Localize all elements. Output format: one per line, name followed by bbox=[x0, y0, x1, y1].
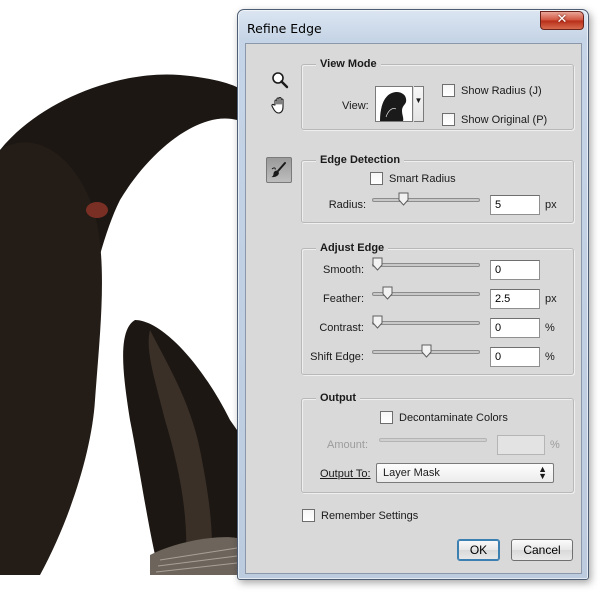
contrast-slider[interactable] bbox=[372, 315, 480, 331]
refine-radius-brush-icon[interactable] bbox=[266, 157, 292, 183]
slider-thumb[interactable] bbox=[382, 286, 393, 300]
amount-label: Amount: bbox=[327, 439, 368, 451]
slider-track bbox=[372, 198, 480, 202]
slider-thumb[interactable] bbox=[372, 315, 383, 329]
radius-label: Radius: bbox=[328, 199, 366, 211]
ok-button[interactable]: OK bbox=[457, 539, 500, 561]
output-to-label: Output To: bbox=[320, 468, 371, 480]
decontaminate-colors-checkbox[interactable] bbox=[380, 411, 393, 424]
output-to-select[interactable]: Layer Mask ▲ ▼ bbox=[376, 463, 554, 483]
radius-slider[interactable] bbox=[372, 192, 480, 208]
view-mode-title: View Mode bbox=[316, 58, 381, 70]
contrast-label: Contrast: bbox=[319, 322, 364, 334]
show-original-label: Show Original (P) bbox=[461, 114, 548, 126]
cancel-button[interactable]: Cancel bbox=[511, 539, 573, 561]
smooth-input[interactable]: 0 bbox=[490, 260, 540, 280]
remember-settings-checkbox[interactable] bbox=[302, 509, 315, 522]
close-button[interactable]: ✕ bbox=[540, 11, 584, 30]
feather-input[interactable]: 2.5 bbox=[490, 289, 540, 309]
slider-track bbox=[372, 263, 480, 267]
refine-edge-dialog: Refine Edge ✕ View Mode View: ▼ Show Rad… bbox=[237, 9, 589, 580]
remember-settings-label: Remember Settings bbox=[321, 510, 419, 522]
shift-edge-slider[interactable] bbox=[372, 344, 480, 360]
slider-track bbox=[379, 438, 487, 442]
edge-detection-title: Edge Detection bbox=[316, 154, 405, 166]
zoom-tool-icon[interactable] bbox=[267, 67, 293, 93]
smart-radius-checkbox[interactable] bbox=[370, 172, 383, 185]
smart-radius-label: Smart Radius bbox=[389, 173, 456, 185]
show-original-checkbox[interactable] bbox=[442, 113, 455, 126]
dialog-body: View Mode View: ▼ Show Radius (J) Show O… bbox=[245, 43, 582, 574]
contrast-input[interactable]: 0 bbox=[490, 318, 540, 338]
slider-thumb[interactable] bbox=[398, 192, 409, 206]
shift-edge-label: Shift Edge: bbox=[310, 351, 364, 363]
slider-thumb[interactable] bbox=[372, 257, 383, 271]
radius-unit: px bbox=[545, 199, 557, 211]
dialog-title: Refine Edge bbox=[247, 21, 322, 36]
contrast-unit: % bbox=[545, 322, 555, 334]
view-label: View: bbox=[342, 100, 369, 112]
adjust-edge-title: Adjust Edge bbox=[316, 242, 389, 254]
amount-input bbox=[497, 435, 545, 455]
smooth-label: Smooth: bbox=[323, 264, 364, 276]
amount-unit: % bbox=[550, 439, 560, 451]
output-title: Output bbox=[316, 392, 361, 404]
hand-tool-icon[interactable] bbox=[267, 92, 293, 118]
chevron-down-icon: ▼ bbox=[414, 96, 423, 105]
slider-thumb[interactable] bbox=[421, 344, 432, 358]
feather-slider[interactable] bbox=[372, 286, 480, 302]
feather-unit: px bbox=[545, 293, 557, 305]
show-radius-checkbox[interactable] bbox=[442, 84, 455, 97]
show-radius-label: Show Radius (J) bbox=[461, 85, 542, 97]
title-bar[interactable]: Refine Edge ✕ bbox=[238, 10, 588, 43]
shift-edge-input[interactable]: 0 bbox=[490, 347, 540, 367]
updown-arrows-icon: ▲ ▼ bbox=[538, 464, 547, 481]
smooth-slider[interactable] bbox=[372, 257, 480, 273]
output-to-value: Layer Mask bbox=[383, 467, 440, 479]
decontaminate-colors-label: Decontaminate Colors bbox=[399, 412, 508, 424]
silhouette-icon bbox=[376, 87, 412, 121]
slider-track bbox=[372, 321, 480, 325]
view-dropdown-button[interactable]: ▼ bbox=[414, 86, 424, 122]
view-thumbnail[interactable] bbox=[375, 86, 413, 122]
radius-input[interactable]: 5 bbox=[490, 195, 540, 215]
shift-edge-unit: % bbox=[545, 351, 555, 363]
feather-label: Feather: bbox=[323, 293, 364, 305]
amount-slider bbox=[379, 432, 487, 448]
